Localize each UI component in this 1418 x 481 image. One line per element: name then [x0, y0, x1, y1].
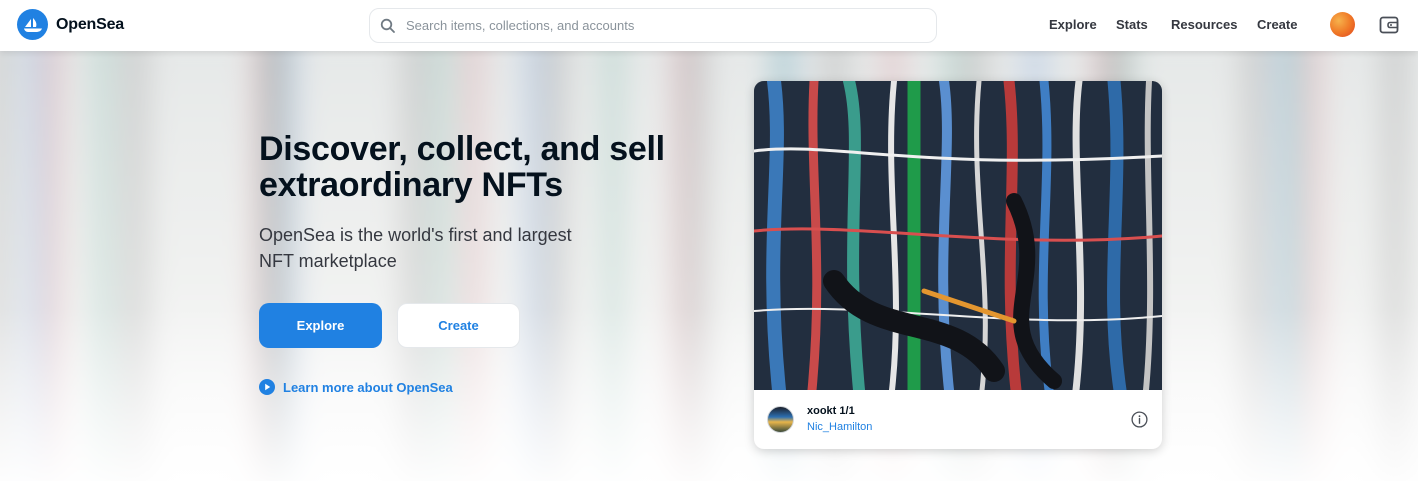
featured-nft-artwork[interactable]: [754, 81, 1162, 390]
hero-title: Discover, collect, and sell extraordinar…: [259, 130, 665, 204]
nav-create[interactable]: Create: [1257, 17, 1297, 32]
hero-subtitle: OpenSea is the world's first and largest…: [259, 225, 572, 271]
profile-avatar[interactable]: [1330, 12, 1355, 37]
learn-more-label: Learn more about OpenSea: [283, 379, 453, 395]
search-bar[interactable]: [369, 8, 937, 43]
create-button[interactable]: Create: [397, 303, 520, 348]
card-footer: xookt 1/1 Nic_Hamilton: [754, 390, 1162, 449]
info-icon[interactable]: [1131, 411, 1148, 428]
explore-button[interactable]: Explore: [259, 303, 382, 348]
nav-stats[interactable]: Stats: [1116, 17, 1148, 32]
brand-link[interactable]: OpenSea: [17, 9, 124, 40]
nft-name: xookt 1/1: [807, 405, 855, 417]
search-input[interactable]: [406, 9, 936, 42]
featured-nft-card[interactable]: xookt 1/1 Nic_Hamilton: [754, 81, 1162, 449]
nav-resources[interactable]: Resources: [1171, 17, 1237, 32]
wallet-icon[interactable]: [1379, 15, 1399, 35]
card-meta: xookt 1/1 Nic_Hamilton: [807, 404, 872, 435]
search-icon: [380, 18, 396, 34]
brand-name: OpenSea: [56, 15, 124, 33]
opensea-boat-logo-icon: [17, 9, 48, 40]
hero-section: Discover, collect, and sell extraordinar…: [0, 51, 1418, 481]
top-navbar: OpenSea Explore Stats Resources Create: [0, 0, 1418, 51]
nav-explore[interactable]: Explore: [1049, 17, 1097, 32]
creator-avatar[interactable]: [767, 406, 794, 433]
play-circle-icon: [259, 379, 275, 395]
learn-more-link[interactable]: Learn more about OpenSea: [259, 379, 453, 395]
creator-name-link[interactable]: Nic_Hamilton: [807, 419, 872, 435]
